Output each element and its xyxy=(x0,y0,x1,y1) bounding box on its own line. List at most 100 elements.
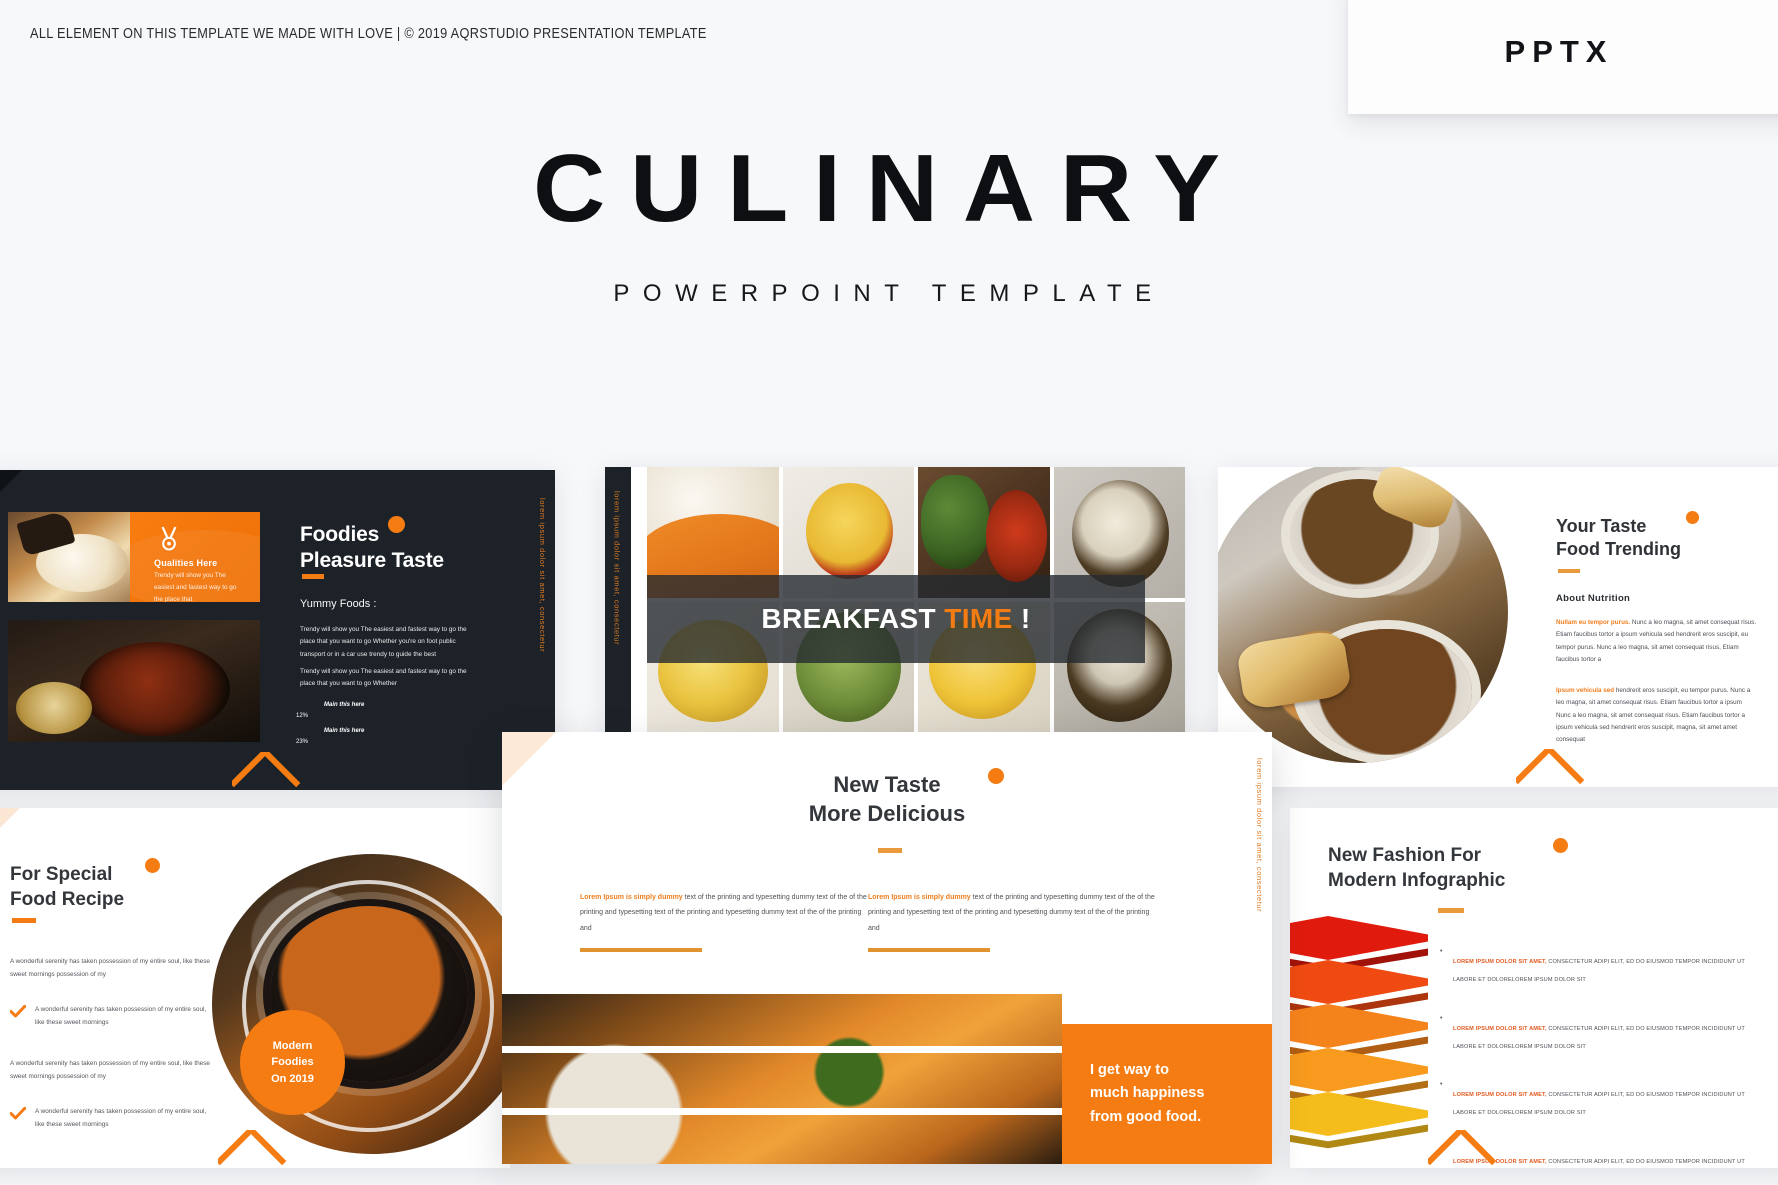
title-underline xyxy=(12,918,36,923)
slide-paragraph-1: Trendy will show you The easiest and fas… xyxy=(300,626,467,658)
title-underline xyxy=(878,848,902,853)
column-paragraph: Lorem Ipsum is simply dummy text of the … xyxy=(580,890,872,936)
slide-title-line1: Your Taste xyxy=(1556,516,1647,536)
headline-tail: ! xyxy=(1012,603,1031,634)
chevron-accent xyxy=(1516,749,1590,787)
headline-overlay-band: BREAKFAST TIME ! xyxy=(647,575,1145,663)
slide-title: For Special Food Recipe xyxy=(10,863,124,912)
column-paragraph: Lorem Ipsum is simply dummy text of the … xyxy=(868,890,1160,936)
slide-title-line2: Food Trending xyxy=(1556,539,1681,560)
slide-title: New Fashion For Modern Infographic xyxy=(1328,844,1505,893)
slide-title: New Taste More Delicious xyxy=(502,770,1272,828)
slide-breakfast-time[interactable]: lorem ipsum dolor sit amet, consectetur … xyxy=(605,467,1185,732)
slide-title-line2: More Delicious xyxy=(808,801,966,827)
quote-line3: from good food. xyxy=(1090,1108,1202,1125)
slide-title: Foodies Pleasure Taste xyxy=(300,522,444,574)
modern-foodies-badge: Modern Foodies On 2019 xyxy=(240,1010,345,1115)
checklist-text: A wonderful serenity has taken possessio… xyxy=(35,1006,207,1026)
checklist-item: A wonderful serenity has taken possessio… xyxy=(10,1004,210,1030)
photo-stripe xyxy=(502,1108,1062,1115)
quote-line1: I get way to xyxy=(1090,1062,1169,1079)
progress-track xyxy=(322,713,492,720)
list-item: LOREM IPSUM DOLOR SIT AMET, CONSECTETUR … xyxy=(1440,948,1770,987)
chevron-accent xyxy=(232,752,306,790)
slide-photo-skillet xyxy=(502,994,1062,1164)
paragraph-lead: Lorem Ipsum is simply dummy xyxy=(868,894,971,901)
title-underline xyxy=(302,574,324,579)
accent-dot xyxy=(388,516,405,533)
slide-title-line1: New Taste xyxy=(833,772,941,797)
slide-title-line2: Food Recipe xyxy=(10,888,125,910)
paragraph-lead: Lorem Ipsum is simply dummy xyxy=(580,894,683,901)
slide-new-taste-more-delicious[interactable]: New Taste More Delicious Lorem Ipsum is … xyxy=(502,732,1272,1164)
slide-new-fashion-infographic[interactable]: New Fashion For Modern Infographic • LOR… xyxy=(1290,808,1778,1168)
slide-paragraph-2: A wonderful serenity has taken possessio… xyxy=(10,1060,210,1080)
item-text: LOREM IPSUM DOLOR SIT AMET, CONSECTETUR … xyxy=(1453,1092,1745,1116)
paragraph-lead: Ipsum vehicula sed xyxy=(1556,687,1615,694)
slide-for-special-food-recipe[interactable]: For Special Food Recipe A wonderful sere… xyxy=(0,808,510,1168)
checklist-text: A wonderful serenity has taken possessio… xyxy=(35,1108,207,1128)
slide-title-line2: Modern Infographic xyxy=(1328,869,1506,891)
quote-text: I get way to much happiness from good fo… xyxy=(1062,1059,1204,1129)
pptx-format-badge: PPTX xyxy=(1348,0,1778,114)
progress-bar-row: Main this here 23% xyxy=(296,728,496,754)
side-vertical-text: lorem ipsum dolor sit amet, consectetur xyxy=(612,491,622,646)
quote-box: I get way to much happiness from good fo… xyxy=(1062,1024,1272,1164)
progress-track xyxy=(322,739,492,746)
qualities-card: Qualities Here Trendy will show you The … xyxy=(130,512,260,602)
list-item: LOREM IPSUM DOLOR SIT AMET, CONSECTETUR … xyxy=(1440,1081,1770,1120)
item-text: LOREM IPSUM DOLOR SIT AMET, CONSECTETUR … xyxy=(1453,1026,1745,1050)
credit-line: ALL ELEMENT ON THIS TEMPLATE WE MADE WIT… xyxy=(30,26,707,42)
corner-accent xyxy=(0,470,22,512)
slide-paragraph-2: Trendy will show you The easiest and fas… xyxy=(300,668,467,688)
pptx-badge-label: PPTX xyxy=(1504,34,1614,69)
badge-line3: On 2019 xyxy=(271,1072,314,1085)
page-subtitle: POWERPOINT TEMPLATE xyxy=(613,279,1165,307)
top-bar: ALL ELEMENT ON THIS TEMPLATE WE MADE WIT… xyxy=(0,0,1778,118)
badge-line1: Modern xyxy=(272,1039,313,1052)
text-column-left: Lorem Ipsum is simply dummy text of the … xyxy=(580,890,872,953)
slide-title-line1: For Special xyxy=(10,864,113,885)
quote-line2: much happiness xyxy=(1090,1085,1205,1102)
item-text: LOREM IPSUM DOLOR SIT AMET, CONSECTETUR … xyxy=(1453,959,1745,983)
title-underline xyxy=(1438,908,1464,913)
accent-dot xyxy=(988,768,1004,784)
check-icon xyxy=(10,1107,26,1120)
medal-icon xyxy=(161,526,177,551)
paragraph-body: hendrerit eros suscipit, eu tempor purus… xyxy=(1556,687,1751,744)
column-underline xyxy=(580,948,702,953)
photo-stripe xyxy=(502,1046,1062,1053)
slide-title-line1: Foodies xyxy=(300,523,380,546)
column-underline xyxy=(868,948,990,953)
slide-your-taste-food-trending[interactable]: Your Taste Food Trending About Nutrition… xyxy=(1218,467,1778,787)
headline-main: BREAKFAST xyxy=(761,603,945,634)
section-heading: About Nutrition xyxy=(1556,593,1631,604)
check-icon xyxy=(10,1005,26,1018)
slide-subtitle: Yummy Foods : xyxy=(300,598,377,610)
slide-foodies-pleasure-taste[interactable]: Qualities Here Trendy will show you The … xyxy=(0,470,555,790)
corner-fold xyxy=(0,808,20,848)
headline-accent: TIME xyxy=(944,603,1013,634)
badge-line2: Foodies xyxy=(271,1056,314,1069)
slide-headline: BREAKFAST TIME ! xyxy=(761,603,1030,635)
hero-section: CULINARY POWERPOINT TEMPLATE xyxy=(0,140,1778,308)
item-lead: LOREM IPSUM DOLOR SIT AMET, xyxy=(1453,1092,1547,1099)
progress-label: Main this here xyxy=(324,702,365,708)
progress-label: Main this here xyxy=(324,728,365,734)
progress-percent: 12% xyxy=(296,713,309,719)
accent-dot xyxy=(1686,511,1699,524)
slide-photo-soup-circle xyxy=(1218,467,1508,763)
slide-title-line2: Pleasure Taste xyxy=(300,549,444,573)
item-lead: LOREM IPSUM DOLOR SIT AMET, xyxy=(1453,959,1547,965)
qualities-card-body: Trendy will show you The easiest and fas… xyxy=(154,572,237,602)
slide-title: Your Taste Food Trending xyxy=(1556,515,1681,562)
slide-paragraph-1: A wonderful serenity has taken possessio… xyxy=(10,958,210,978)
progress-bar-group: Main this here 12% Main this here 23% xyxy=(296,702,496,754)
presentation-preview-page: ALL ELEMENT ON THIS TEMPLATE WE MADE WIT… xyxy=(0,0,1778,1185)
checklist-item: A wonderful serenity has taken possessio… xyxy=(10,1106,210,1132)
title-underline xyxy=(1558,569,1580,573)
accent-dot xyxy=(1553,838,1568,853)
chevron-accent xyxy=(1428,1130,1502,1168)
slide-title-line1: New Fashion For xyxy=(1328,845,1482,866)
accent-dot xyxy=(145,858,160,873)
